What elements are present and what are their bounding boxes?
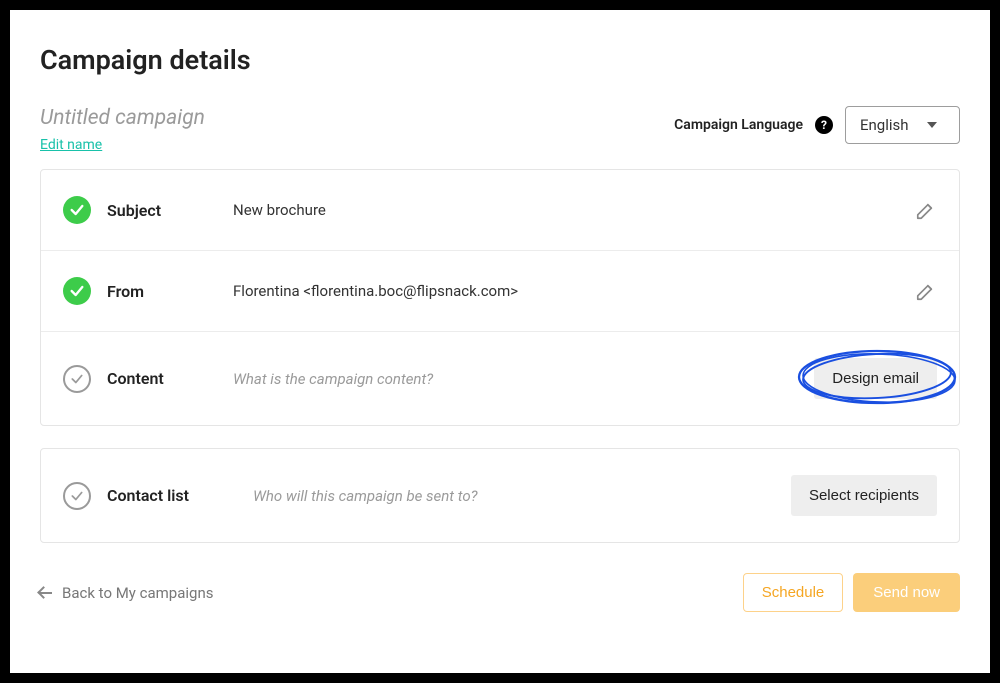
language-select[interactable]: English <box>845 106 960 144</box>
back-link[interactable]: Back to My campaigns <box>40 584 213 602</box>
schedule-button[interactable]: Schedule <box>743 573 844 612</box>
row-contact-list: Contact list Who will this campaign be s… <box>41 449 959 542</box>
check-icon <box>63 196 91 224</box>
campaign-header-right: Campaign Language ? English <box>674 106 960 144</box>
subject-label: Subject <box>107 201 217 220</box>
row-subject: Subject New brochure <box>41 170 959 250</box>
check-icon <box>63 277 91 305</box>
pencil-icon[interactable] <box>915 199 937 221</box>
check-icon <box>63 482 91 510</box>
edit-name-link[interactable]: Edit name <box>40 137 102 153</box>
campaign-steps-panel: Subject New brochure From Florentina <fl… <box>40 169 960 426</box>
contact-list-panel: Contact list Who will this campaign be s… <box>40 448 960 543</box>
content-label: Content <box>107 369 217 388</box>
chevron-down-icon <box>927 122 937 128</box>
subject-value: New brochure <box>233 201 326 219</box>
language-value: English <box>860 116 909 134</box>
from-value: Florentina <florentina.boc@flipsnack.com… <box>233 282 518 300</box>
arrow-left-icon <box>40 592 52 594</box>
campaign-details-page: Campaign details Untitled campaign Edit … <box>0 0 1000 683</box>
design-email-highlight: Design email <box>814 358 937 399</box>
campaign-header: Untitled campaign Edit name Campaign Lan… <box>40 106 960 153</box>
contact-list-placeholder: Who will this campaign be sent to? <box>253 487 478 505</box>
content-placeholder: What is the campaign content? <box>233 370 433 388</box>
pencil-icon[interactable] <box>915 280 937 302</box>
page-title: Campaign details <box>40 44 960 76</box>
row-from: From Florentina <florentina.boc@flipsnac… <box>41 250 959 331</box>
footer: Back to My campaigns Schedule Send now <box>40 565 960 612</box>
campaign-header-left: Untitled campaign Edit name <box>40 106 205 153</box>
language-label: Campaign Language <box>674 117 803 133</box>
from-label: From <box>107 282 217 301</box>
back-link-label: Back to My campaigns <box>62 584 213 602</box>
campaign-name: Untitled campaign <box>40 106 205 130</box>
contact-list-label: Contact list <box>107 486 237 505</box>
help-icon[interactable]: ? <box>815 116 833 134</box>
design-email-button[interactable]: Design email <box>814 358 937 399</box>
send-now-button[interactable]: Send now <box>853 573 960 612</box>
row-content: Content What is the campaign content? De… <box>41 331 959 425</box>
select-recipients-button[interactable]: Select recipients <box>791 475 937 516</box>
check-icon <box>63 365 91 393</box>
